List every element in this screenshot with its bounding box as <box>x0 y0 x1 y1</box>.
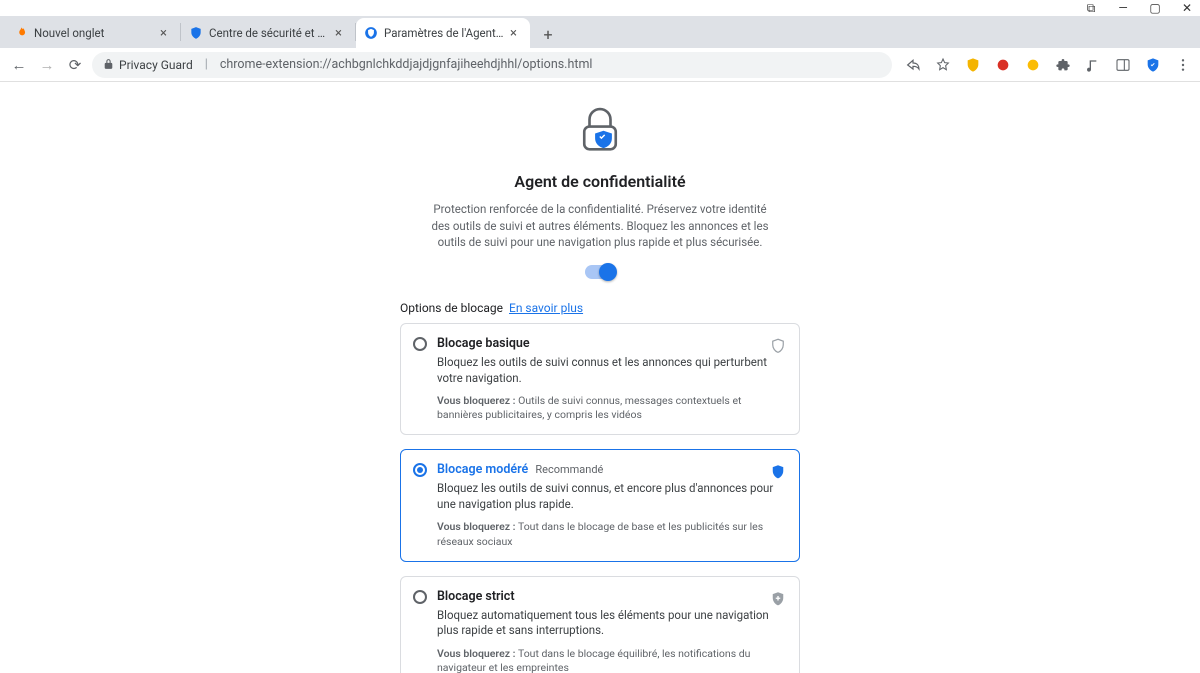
tab-0-title: Nouvel onglet <box>34 26 154 40</box>
privacy-shield-icon[interactable] <box>1144 56 1162 74</box>
ext-circle-yellow-icon[interactable] <box>1024 56 1042 74</box>
address-url: chrome-extension://achbgnlchkddjajdjgnfa… <box>220 57 593 72</box>
tab-1-close-icon[interactable]: × <box>335 26 347 41</box>
tab-2-close-icon[interactable]: × <box>510 26 522 41</box>
tab-2-title: Paramètres de l'Agent de confid... <box>384 26 504 40</box>
option-basic[interactable]: Blocage basique Bloquez les outils de su… <box>400 323 800 435</box>
settings-panel: Agent de confidentialité Protection renf… <box>400 82 800 673</box>
option-moderate[interactable]: Blocage modéré Recommandé Bloquez les ou… <box>400 449 800 561</box>
address-bar[interactable]: Privacy Guard | chrome-extension://achbg… <box>92 52 892 78</box>
kebab-menu-icon[interactable] <box>1174 56 1192 74</box>
shield-plus-icon <box>769 589 787 609</box>
tab-1-title: Centre de sécurité et de confide... <box>209 26 329 40</box>
window-close-button[interactable]: ✕ <box>1180 1 1194 15</box>
ext-shield-icon[interactable] <box>964 56 982 74</box>
option-basic-block-label: Vous bloquerez : <box>437 394 516 407</box>
blocking-options-list: Blocage basique Bloquez les outils de su… <box>400 323 800 673</box>
option-basic-radio[interactable] <box>413 337 427 351</box>
option-basic-title: Blocage basique <box>437 336 530 351</box>
option-moderate-title: Blocage modéré <box>437 462 528 477</box>
option-basic-desc: Bloquez les outils de suivi connus et le… <box>437 355 785 386</box>
privacy-chip[interactable]: Privacy Guard <box>102 58 193 72</box>
extensions-puzzle-icon[interactable] <box>1054 56 1072 74</box>
shield-icon <box>189 26 203 40</box>
master-protection-toggle[interactable] <box>585 265 615 279</box>
option-strict-block-label: Vous bloquerez : <box>437 647 516 660</box>
hero-section: Agent de confidentialité Protection renf… <box>400 102 800 279</box>
hero-subtitle: Protection renforcée de la confidentiali… <box>430 201 770 251</box>
page-content: Agent de confidentialité Protection renf… <box>0 82 1200 673</box>
music-note-icon[interactable] <box>1084 56 1102 74</box>
bookmark-star-icon[interactable] <box>934 56 952 74</box>
window-titlebar: ⧉ — ▢ ✕ <box>0 0 1200 16</box>
address-separator: | <box>205 57 208 72</box>
option-strict-title: Blocage strict <box>437 589 515 604</box>
shield-circle-icon <box>364 26 378 40</box>
shield-outline-icon <box>769 336 787 356</box>
privacy-chip-label: Privacy Guard <box>119 58 193 72</box>
option-strict-radio[interactable] <box>413 590 427 604</box>
pip-indicator-icon: ⧉ <box>1084 1 1098 16</box>
lock-small-icon <box>102 58 115 71</box>
option-moderate-badge: Recommandé <box>535 463 603 476</box>
back-button[interactable]: ← <box>8 56 30 74</box>
tab-0[interactable]: Nouvel onglet × <box>6 18 180 48</box>
flame-icon <box>14 26 28 40</box>
blocking-options-heading: Options de blocage En savoir plus <box>400 301 800 315</box>
share-icon[interactable] <box>904 56 922 74</box>
option-moderate-block-label: Vous bloquerez : <box>437 520 516 533</box>
option-moderate-desc: Bloquez les outils de suivi connus, et e… <box>437 481 785 512</box>
window-minimize-button[interactable]: — <box>1116 1 1130 15</box>
forward-button[interactable]: → <box>36 56 58 74</box>
option-strict-desc: Bloquez automatiquement tous les élément… <box>437 608 785 639</box>
window-maximize-button[interactable]: ▢ <box>1148 1 1162 15</box>
learn-more-link[interactable]: En savoir plus <box>509 301 583 315</box>
reload-button[interactable]: ⟳ <box>64 56 86 74</box>
tab-0-close-icon[interactable]: × <box>160 26 172 41</box>
tab-2[interactable]: Paramètres de l'Agent de confid... × <box>356 18 530 48</box>
tab-1[interactable]: Centre de sécurité et de confide... × <box>181 18 355 48</box>
new-tab-button[interactable]: + <box>534 20 562 48</box>
toolbar-actions <box>898 56 1192 74</box>
blocking-options-label: Options de blocage <box>400 301 503 315</box>
tab-strip: Nouvel onglet × Centre de sécurité et de… <box>0 16 1200 48</box>
ext-circle-red-icon[interactable] <box>994 56 1012 74</box>
browser-toolbar: ← → ⟳ Privacy Guard | chrome-extension:/… <box>0 48 1200 82</box>
option-moderate-radio[interactable] <box>413 463 427 477</box>
option-strict[interactable]: Blocage strict Bloquez automatiquement t… <box>400 576 800 673</box>
panel-toggle-icon[interactable] <box>1114 56 1132 74</box>
hero-title: Agent de confidentialité <box>514 172 685 191</box>
hero-lock-shield-icon <box>572 102 628 158</box>
shield-filled-icon <box>769 462 787 482</box>
